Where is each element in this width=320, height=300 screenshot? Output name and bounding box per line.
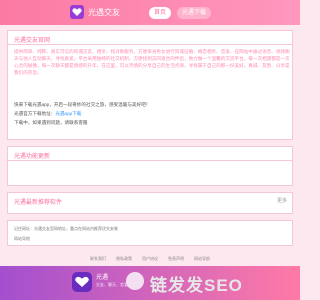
- update-divider: [8, 160, 292, 161]
- download-row: 光遇官方下载地址：光遇app下载: [14, 110, 81, 117]
- update-card: 光遇功能更新: [7, 146, 293, 186]
- recommend-title: 光遇最新推荐软件: [14, 200, 63, 206]
- recommend-more-link[interactable]: 更多: [277, 197, 287, 204]
- footer-nav-item[interactable]: 隐私政策: [116, 256, 132, 264]
- app-logo-icon[interactable]: [70, 5, 84, 19]
- brand-name: 光遇交友: [88, 8, 120, 17]
- footer-nav-item[interactable]: 网站导航: [194, 256, 210, 264]
- footer-nav-item[interactable]: 免责声明: [168, 256, 184, 264]
- disclaimer-card: 记住网址：光遇交友官网地址，重点在网站内推荐优先安装 网站导航: [7, 220, 293, 246]
- footer-nav: 联系我们 隐私政策 用户协议 免责声明 网站导航: [0, 256, 300, 264]
- official-divider: [8, 44, 292, 45]
- footer-nav-item[interactable]: 用户协议: [142, 256, 158, 264]
- official-paragraph: 提供简单、纯粹、真实可信的同城交友、相亲、找对象服务，方便单身男女进行同城征婚、…: [14, 49, 290, 75]
- disclaimer-line-1: 记住网址：光遇交友官网地址，重点在网站内推荐优先安装: [14, 226, 118, 231]
- official-card: 光遇交友官网 提供简单、纯粹、真实可信的同城交友、相亲、找对象服务，方便单身男女…: [7, 30, 293, 140]
- download-label: 光遇官方下载地址：: [14, 111, 56, 116]
- download-link[interactable]: 光遇app下载: [55, 111, 81, 116]
- disclaimer-line-2[interactable]: 网站导航: [14, 236, 30, 242]
- nav-home-button[interactable]: 首页: [149, 7, 171, 19]
- watermark-logo-icon: [126, 272, 144, 290]
- footer-nav-item[interactable]: 联系我们: [90, 256, 106, 264]
- bottom-app-title: 光遇: [96, 275, 109, 281]
- official-title: 光遇交友官网: [14, 38, 51, 44]
- bottom-app-subtitle: 交友、聊天、恋爱: [96, 282, 128, 287]
- bottom-app-icon: [72, 272, 92, 292]
- watermark-text: 链发发SEO: [150, 276, 243, 295]
- nav-download-button[interactable]: 光遇下载: [177, 7, 211, 19]
- recommend-card: 光遇最新推荐软件 更多: [7, 192, 293, 214]
- download-tip: 下载中，如果遇到问题，请联系客服: [14, 120, 88, 125]
- top-header: 光遇交友 首页 光遇下载: [0, 0, 300, 25]
- update-title: 光遇功能更新: [14, 154, 51, 160]
- download-prompt: 快来下载光遇app，开启一段奇妙的社交之旅，感受温暖与美好吧！: [14, 102, 151, 107]
